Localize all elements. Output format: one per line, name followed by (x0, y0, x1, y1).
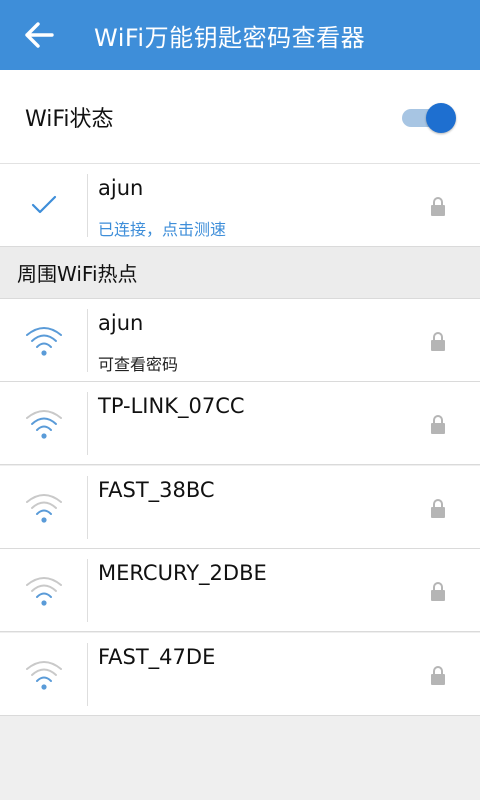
network-subtitle: 可查看密码 (98, 355, 179, 374)
wifi-signal-cell (0, 466, 88, 548)
list-item[interactable]: MERCURY_2DBE (0, 549, 480, 633)
wifi-status-toggle[interactable] (402, 103, 456, 133)
list-item[interactable]: FAST_47DE (0, 632, 480, 716)
connected-network-name: ajun (98, 176, 144, 200)
lock-icon (430, 581, 446, 605)
row-divider (87, 475, 88, 539)
wifi-signal-icon (26, 660, 62, 690)
wifi-signal-icon (26, 327, 62, 356)
wifi-status-row: WiFi状态 (0, 70, 480, 164)
row-divider (87, 392, 88, 456)
row-divider (87, 174, 88, 237)
network-name: FAST_47DE (98, 644, 216, 669)
app-bar: WiFi万能钥匙密码查看器 (0, 0, 480, 70)
connected-network-row[interactable]: ajun 已连接，点击测速 (0, 164, 480, 247)
lock-icon (430, 331, 446, 355)
wifi-signal-cell (0, 299, 88, 381)
network-name: ajun (98, 311, 144, 335)
wifi-signal-icon (26, 577, 62, 606)
wifi-signal-icon (26, 493, 62, 523)
wifi-signal-cell (0, 382, 88, 464)
list-item[interactable]: FAST_38BC (0, 465, 480, 549)
row-divider (87, 309, 88, 372)
row-divider (87, 642, 88, 706)
wifi-signal-cell (0, 633, 88, 715)
connected-icon-cell (0, 164, 88, 246)
page-title: WiFi万能钥匙密码查看器 (94, 23, 366, 52)
arrow-left-icon (25, 22, 54, 48)
lock-icon (430, 498, 446, 522)
check-icon (31, 195, 57, 214)
network-name: FAST_38BC (98, 477, 215, 502)
back-button[interactable] (0, 0, 78, 70)
section-title: 周围WiFi热点 (17, 262, 138, 286)
lock-icon (430, 196, 446, 220)
wifi-status-label: WiFi状态 (25, 106, 114, 132)
row-divider (87, 559, 88, 623)
wifi-signal-icon (26, 410, 62, 439)
connected-status-text: 已连接，点击测速 (98, 220, 227, 239)
lock-icon (430, 414, 446, 438)
lock-icon (430, 665, 446, 689)
network-name: MERCURY_2DBE (98, 561, 267, 586)
network-name: TP-LINK_07CC (98, 394, 245, 419)
toggle-thumb (426, 103, 456, 133)
nearby-section-header: 周围WiFi热点 (0, 247, 480, 299)
list-item[interactable]: ajun 可查看密码 (0, 299, 480, 382)
list-item[interactable]: TP-LINK_07CC (0, 382, 480, 466)
wifi-signal-cell (0, 549, 88, 631)
